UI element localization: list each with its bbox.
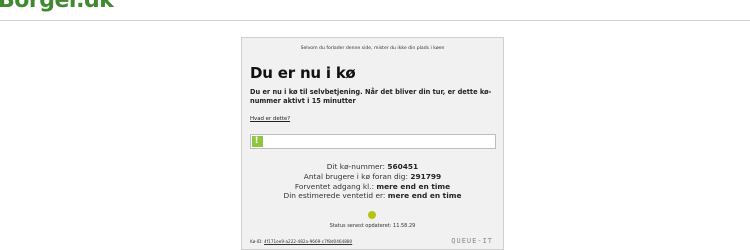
expected-access-value: mere end en time	[376, 181, 451, 191]
exclamation-icon: !	[254, 136, 259, 146]
queue-id: Kø-ID: 4f171ee9-a222-482a-9669-c7f8d0464…	[250, 239, 352, 244]
expected-access-row: Forventet adgang kl.: mere end en time	[242, 182, 503, 192]
status-indicator-dot	[368, 211, 376, 219]
queue-progress-bar: !	[250, 134, 496, 149]
users-ahead-value: 291799	[410, 171, 442, 181]
queue-number-row: Dit kø-nummer: 560451	[242, 162, 503, 172]
queue-number-value: 560451	[387, 162, 419, 171]
queue-id-label: Kø-ID:	[250, 239, 265, 244]
top-bar: Borger.dk	[0, 0, 750, 21]
estimated-wait-label: Din estimerede ventetid er:	[283, 191, 388, 201]
queue-id-link[interactable]: 4f171ee9-a222-482a-9669-c7f8d0464880	[264, 239, 352, 244]
queue-it-logo: QUEUE-IT	[451, 237, 493, 245]
expected-access-label: Forventet adgang kl.:	[294, 181, 377, 191]
queue-notice: Selvom du forlader denne side, mister du…	[300, 46, 445, 51]
status-updated-text: Status senest opdateret: 11.58.29	[329, 223, 416, 229]
users-ahead-label: Antal brugere i kø foran dig:	[303, 171, 411, 181]
estimated-wait-value: mere end en time	[387, 191, 462, 201]
queue-description: Du er nu i kø til selvbetjening. Når det…	[250, 88, 492, 105]
queue-number-label: Dit kø-nummer:	[326, 162, 388, 171]
queue-card: Selvom du forlader denne side, mister du…	[241, 37, 504, 250]
site-logo[interactable]: Borger.dk	[0, 0, 114, 13]
queue-info: Dit kø-nummer: 560451 Antal brugere i kø…	[242, 162, 503, 201]
estimated-wait-row: Din estimerede ventetid er: mere end en …	[242, 191, 503, 201]
users-ahead-row: Antal brugere i kø foran dig: 291799	[242, 172, 503, 182]
page-title: Du er nu i kø	[250, 64, 356, 82]
what-is-this-link[interactable]: Hvad er dette?	[250, 116, 290, 122]
